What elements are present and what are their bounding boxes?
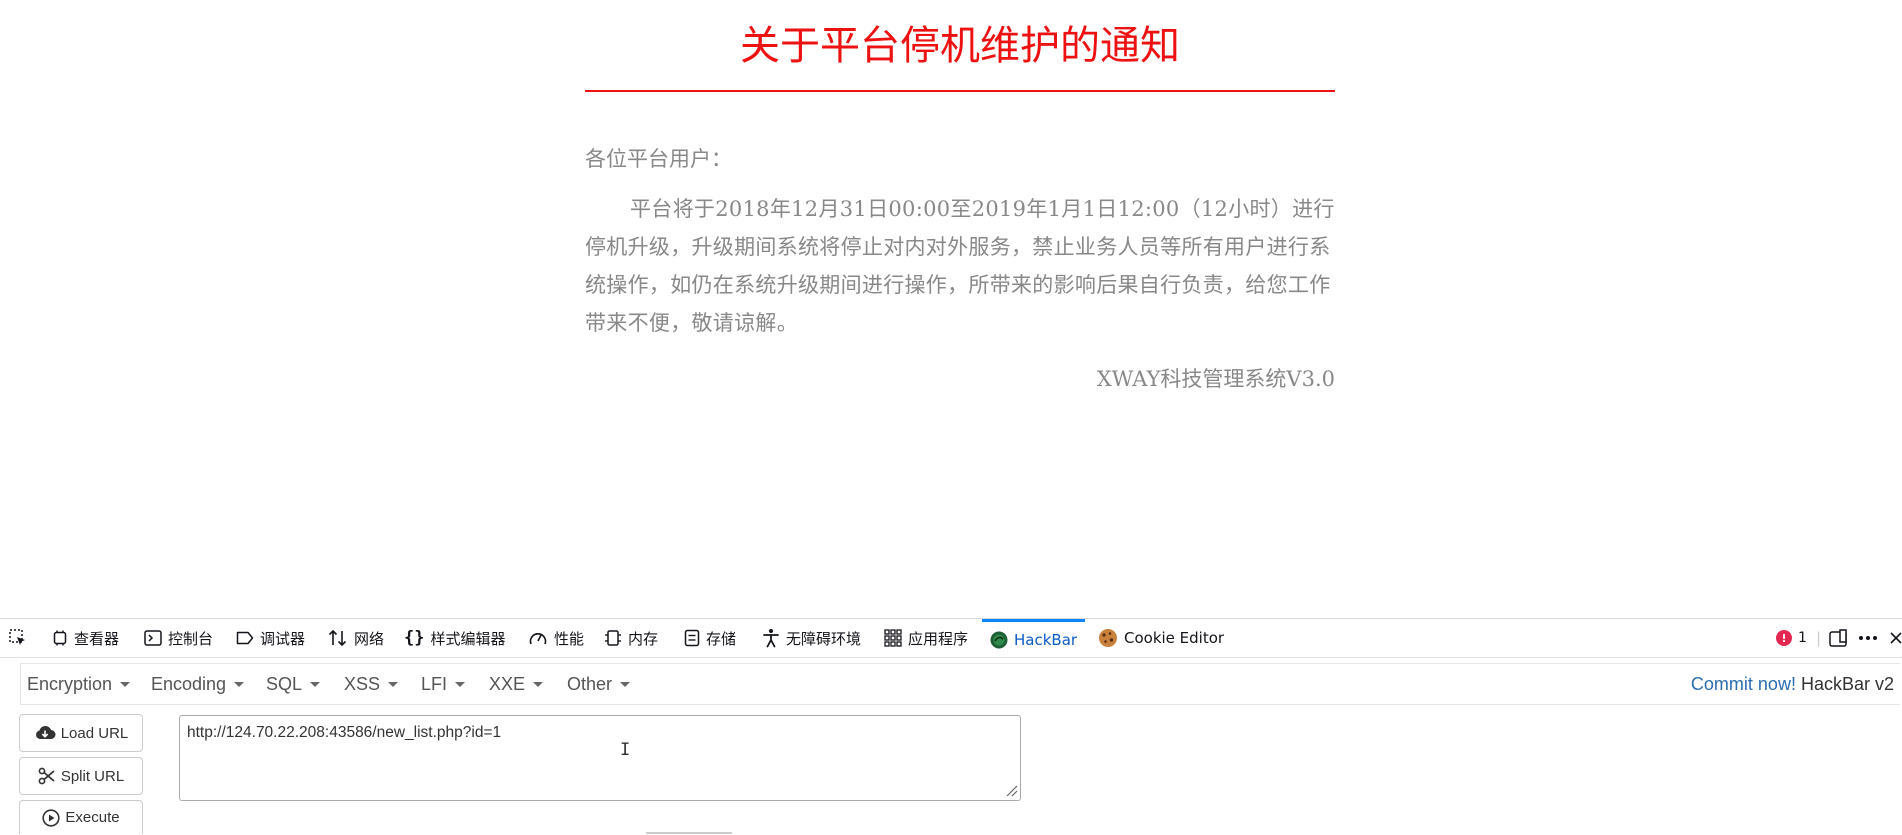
tab-storage[interactable]: 存储 xyxy=(684,619,736,657)
dock-side-button[interactable] xyxy=(1828,619,1848,657)
execute-label: Execute xyxy=(65,809,120,826)
element-picker-button[interactable] xyxy=(8,619,28,657)
text-cursor-icon: I xyxy=(620,740,631,760)
tab-hackbar-label: HackBar xyxy=(1014,630,1078,649)
debugger-icon xyxy=(236,631,254,645)
network-icon xyxy=(328,629,347,647)
chevron-down-icon xyxy=(234,681,245,687)
menu-lfi[interactable]: LFI xyxy=(421,664,466,704)
inspector-icon xyxy=(53,630,67,646)
tab-memory[interactable]: 内存 xyxy=(604,619,658,657)
split-url-button[interactable]: Split URL xyxy=(19,757,143,795)
hackbar-branding: Commit now! HackBar v2 xyxy=(1691,664,1894,704)
chevron-down-icon xyxy=(455,681,466,687)
tab-network-label: 网络 xyxy=(354,629,385,648)
menu-xxe-label: XXE xyxy=(489,673,526,694)
tab-application[interactable]: 应用程序 xyxy=(884,619,968,657)
tab-performance-label: 性能 xyxy=(554,629,585,648)
hackbar-version: HackBar v2 xyxy=(1800,673,1894,694)
tab-debugger[interactable]: 调试器 xyxy=(236,619,305,657)
menu-encoding-label: Encoding xyxy=(151,673,227,694)
notice-greeting: 各位平台用户： xyxy=(585,147,732,171)
tab-performance[interactable]: 性能 xyxy=(528,619,584,657)
chevron-down-icon xyxy=(388,681,399,687)
tab-cookie-editor-label: Cookie Editor xyxy=(1124,629,1225,647)
tab-accessibility[interactable]: 无障碍环境 xyxy=(762,619,861,657)
menu-xxe[interactable]: XXE xyxy=(489,664,544,704)
menu-encryption[interactable]: Encryption xyxy=(27,664,131,704)
tab-accessibility-label: 无障碍环境 xyxy=(786,629,862,648)
menu-encoding[interactable]: Encoding xyxy=(151,664,245,704)
menu-xss[interactable]: XSS xyxy=(344,664,399,704)
menu-other-label: Other xyxy=(567,673,613,694)
hackbar-icon xyxy=(990,631,1008,648)
tab-style-editor-label: 样式编辑器 xyxy=(430,629,506,648)
more-options-icon xyxy=(1859,636,1877,640)
more-options-button[interactable] xyxy=(1858,619,1878,657)
tab-console-label: 控制台 xyxy=(168,629,214,648)
menu-lfi-label: LFI xyxy=(421,673,448,694)
commit-now-link[interactable]: Commit now! xyxy=(1691,674,1796,695)
menu-sql-label: SQL xyxy=(266,673,303,694)
split-url-label: Split URL xyxy=(60,767,125,785)
tab-cookie-editor[interactable]: Cookie Editor xyxy=(1098,619,1224,657)
cloud-download-icon xyxy=(35,725,56,739)
chevron-down-icon xyxy=(310,681,321,687)
memory-icon xyxy=(605,630,621,646)
storage-icon xyxy=(684,629,700,647)
resize-grip-icon[interactable] xyxy=(1004,783,1018,797)
tab-hackbar[interactable]: HackBar xyxy=(982,619,1086,657)
application-icon xyxy=(884,629,902,647)
close-devtools-button[interactable] xyxy=(1890,619,1902,657)
notice-title: 关于平台停机维护的通知 xyxy=(585,0,1335,92)
tab-console[interactable]: 控制台 xyxy=(144,619,213,657)
chevron-down-icon xyxy=(620,681,631,687)
error-count: 1 xyxy=(1798,630,1807,646)
error-count-indicator[interactable]: ! 1 xyxy=(1776,619,1807,657)
notice-body: 平台将于2018年12月31日00:00至2019年1月1日12:00（12小时… xyxy=(585,197,1335,335)
load-url-button[interactable]: Load URL xyxy=(19,714,143,752)
hackbar-menu-bar: Encryption Encoding SQL XSS LFI XXE Othe… xyxy=(20,663,1900,705)
tab-inspector[interactable]: 查看器 xyxy=(52,619,119,657)
accessibility-icon xyxy=(763,629,779,648)
tab-memory-label: 内存 xyxy=(628,629,659,648)
error-icon: ! xyxy=(1776,630,1792,646)
chevron-down-icon xyxy=(533,681,544,687)
notice-article: 关于平台停机维护的通知 各位平台用户： 平台将于2018年12月31日00:00… xyxy=(585,0,1335,394)
load-url-label: Load URL xyxy=(60,724,129,742)
tab-network[interactable]: 网络 xyxy=(328,619,384,657)
style-editor-icon: {} xyxy=(404,628,425,648)
menu-other[interactable]: Other xyxy=(567,664,631,704)
tab-style-editor[interactable]: {} 样式编辑器 xyxy=(404,619,506,657)
cookie-icon xyxy=(1099,629,1117,647)
performance-icon xyxy=(529,633,547,645)
menu-encryption-label: Encryption xyxy=(27,673,113,694)
play-circle-icon xyxy=(42,808,60,827)
close-icon xyxy=(1890,632,1902,644)
tab-application-label: 应用程序 xyxy=(908,629,969,648)
tab-debugger-label: 调试器 xyxy=(260,629,306,648)
scissors-icon xyxy=(38,767,55,785)
tab-storage-label: 存储 xyxy=(706,629,737,648)
devtools-tab-bar: 查看器 控制台 调试器 网络 {} 样式编辑器 性能 内存 存储 无障碍环境 应… xyxy=(0,619,1902,658)
menu-sql[interactable]: SQL xyxy=(266,664,321,704)
console-icon xyxy=(144,630,162,646)
element-picker-icon xyxy=(9,629,25,645)
notice-signature: XWAY科技管理系统V3.0 xyxy=(1096,367,1335,391)
tab-inspector-label: 查看器 xyxy=(74,629,120,648)
chevron-down-icon xyxy=(120,681,131,687)
execute-button[interactable]: Execute xyxy=(19,800,143,834)
dock-side-icon xyxy=(1829,629,1847,647)
url-input[interactable]: http://124.70.22.208:43586/new_list.php?… xyxy=(179,715,1021,801)
menu-xss-label: XSS xyxy=(344,673,381,694)
toolbar-separator: | xyxy=(1816,629,1822,647)
